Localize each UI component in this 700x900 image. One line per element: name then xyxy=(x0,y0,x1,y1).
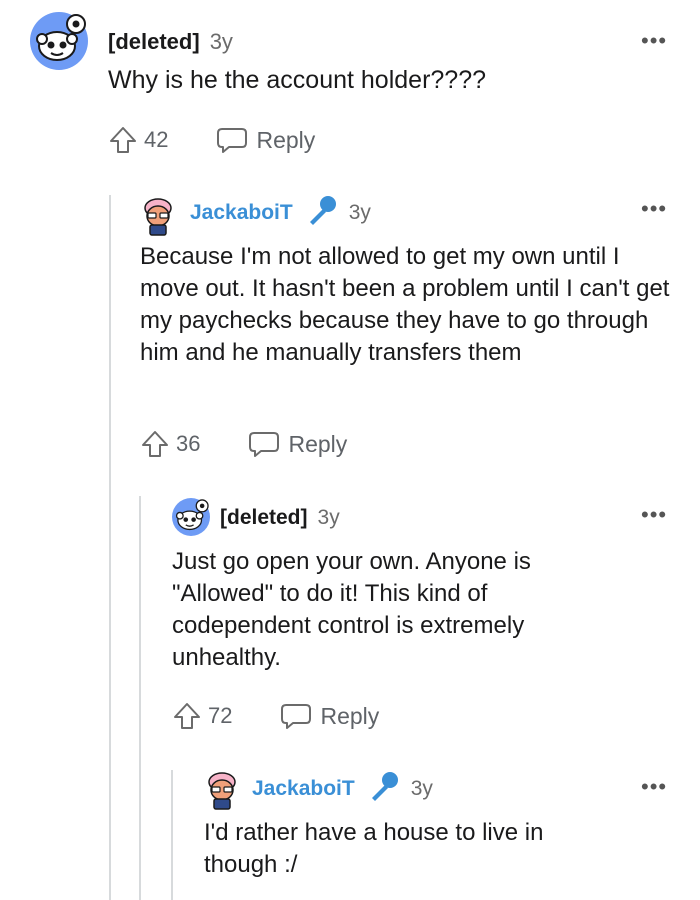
reply-label: Reply xyxy=(320,702,380,729)
vote-count: 42 xyxy=(144,127,169,152)
microphone-icon xyxy=(305,194,339,232)
comment-body: Why is he the account holder???? xyxy=(108,66,487,94)
vote-count: 72 xyxy=(208,703,233,728)
chat-bubble-icon xyxy=(281,704,312,729)
chat-bubble-icon xyxy=(217,128,248,153)
avatar[interactable] xyxy=(140,196,176,241)
comment-age: 3y xyxy=(209,29,233,54)
username[interactable]: JackaboiT xyxy=(190,201,293,225)
more-options-icon[interactable]: ••• xyxy=(641,30,667,52)
thread-rail-2[interactable] xyxy=(139,496,141,900)
upvote-button[interactable]: 72 xyxy=(172,701,232,731)
reply-button[interactable]: Reply xyxy=(280,702,379,730)
thread-rail-1[interactable] xyxy=(109,195,111,900)
reply-label: Reply xyxy=(288,430,348,457)
comment-body: Just go open your own. Anyone is "Allowe… xyxy=(172,548,531,671)
upvote-arrow-icon xyxy=(142,431,168,457)
username[interactable]: [deleted] xyxy=(220,506,308,530)
thread-rail-3[interactable] xyxy=(171,770,173,900)
upvote-button[interactable]: 36 xyxy=(140,429,200,459)
more-options-icon[interactable]: ••• xyxy=(641,198,667,220)
avatar[interactable] xyxy=(204,770,240,815)
upvote-arrow-icon xyxy=(174,703,200,729)
username[interactable]: [deleted] xyxy=(108,29,200,55)
reply-button[interactable]: Reply xyxy=(248,430,347,458)
avatar[interactable] xyxy=(30,12,88,75)
comment-body: Because I'm not allowed to get my own un… xyxy=(140,243,670,366)
upvote-button[interactable]: 42 xyxy=(108,125,168,155)
comment-age: 3y xyxy=(410,777,433,800)
comment-age: 3y xyxy=(348,201,371,224)
chat-bubble-icon xyxy=(249,432,280,457)
avatar[interactable] xyxy=(172,498,210,541)
username[interactable]: JackaboiT xyxy=(252,777,355,801)
comment-body: I'd rather have a house to live in thoug… xyxy=(204,819,544,878)
reply-button[interactable]: Reply xyxy=(216,126,315,154)
more-options-icon[interactable]: ••• xyxy=(641,504,667,526)
upvote-arrow-icon xyxy=(110,127,136,153)
reply-label: Reply xyxy=(256,126,316,153)
more-options-icon[interactable]: ••• xyxy=(641,776,667,798)
microphone-icon xyxy=(367,770,401,808)
comment-age: 3y xyxy=(317,506,340,529)
vote-count: 36 xyxy=(176,431,201,456)
